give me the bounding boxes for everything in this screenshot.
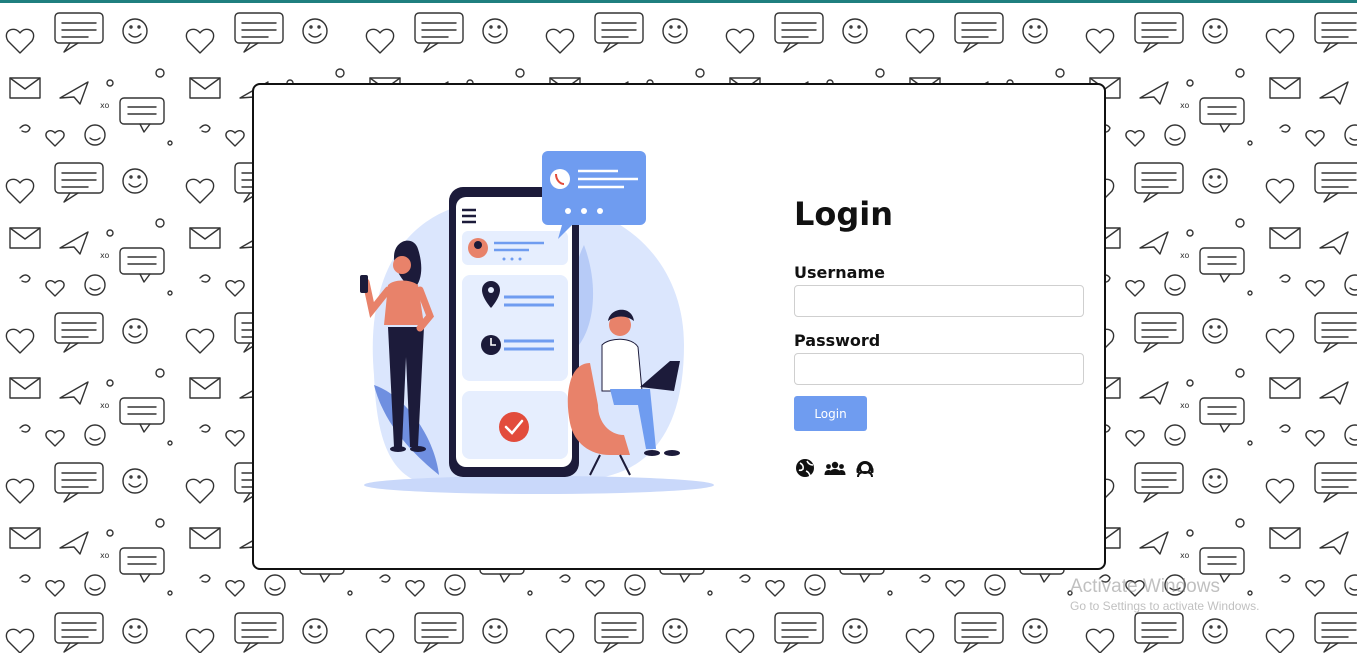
login-illustration bbox=[360, 151, 714, 494]
login-title: Login bbox=[794, 195, 894, 233]
watermark-title: Activate Windows bbox=[1070, 576, 1220, 597]
login-card: Login Username Password Login bbox=[252, 83, 1106, 570]
username-label: Username bbox=[794, 263, 885, 282]
password-label: Password bbox=[794, 331, 881, 350]
password-input[interactable] bbox=[794, 353, 1084, 385]
user-headset-icon[interactable] bbox=[854, 457, 876, 479]
watermark-subtitle: Go to Settings to activate Windows. bbox=[1070, 599, 1260, 613]
users-icon[interactable] bbox=[824, 457, 846, 479]
login-button[interactable]: Login bbox=[794, 396, 867, 431]
username-input[interactable] bbox=[794, 285, 1084, 317]
footer-icon-row bbox=[794, 457, 876, 479]
globe-icon[interactable] bbox=[794, 457, 816, 479]
activate-windows-watermark: Activate Windows Go to Settings to activ… bbox=[1070, 576, 1259, 613]
